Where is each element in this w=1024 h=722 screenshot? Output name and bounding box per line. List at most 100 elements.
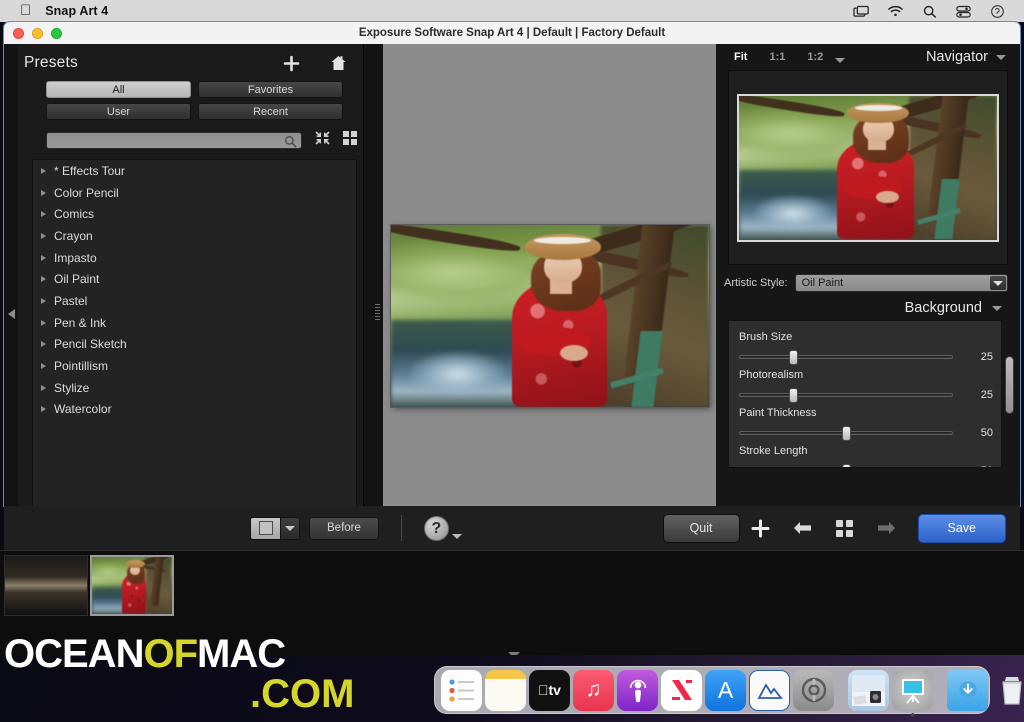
disclosure-triangle-icon[interactable] bbox=[41, 406, 46, 413]
before-button[interactable]: Before bbox=[309, 516, 379, 540]
preset-category-item[interactable]: Stylize bbox=[33, 377, 356, 399]
artistic-style-select[interactable]: Oil Paint bbox=[794, 274, 1008, 292]
downloads-folder-icon[interactable] bbox=[947, 669, 988, 711]
bottom-toolbar: Before ? Quit Save bbox=[4, 506, 1020, 550]
disclosure-triangle-icon[interactable] bbox=[41, 384, 46, 391]
preset-category-item[interactable]: Comics bbox=[33, 203, 356, 225]
grid-icon[interactable] bbox=[824, 519, 866, 537]
disclosure-triangle-icon[interactable] bbox=[41, 211, 46, 218]
search-icon[interactable] bbox=[921, 4, 938, 19]
preset-category-item[interactable]: Pencil Sketch bbox=[33, 334, 356, 356]
trash-icon[interactable] bbox=[991, 670, 1024, 711]
thumbnail-1[interactable] bbox=[4, 555, 88, 616]
disclosure-triangle-icon[interactable] bbox=[41, 189, 46, 196]
help-icon[interactable]: ? bbox=[423, 515, 449, 541]
collapse-all-icon[interactable] bbox=[315, 131, 330, 150]
preset-category-item[interactable]: Oil Paint bbox=[33, 268, 356, 290]
toolbar-left-group: Before ? bbox=[250, 515, 462, 541]
reminders-icon[interactable] bbox=[441, 669, 482, 711]
slider-track[interactable] bbox=[739, 350, 953, 365]
zoom-chevron-down-icon[interactable] bbox=[835, 57, 846, 63]
disclosure-triangle-icon[interactable] bbox=[41, 297, 46, 304]
parameters-panel[interactable]: Brush Size 25 Photorealism 25 Paint Thicknes… bbox=[728, 320, 1002, 468]
image-canvas[interactable]: Classy_Wallpapers_723__067.jpg bbox=[383, 44, 716, 506]
preset-category-item[interactable]: Pointillism bbox=[33, 355, 356, 377]
screen-mirroring-icon[interactable] bbox=[853, 4, 870, 19]
presets-panel: Presets All Favorites User Recent * Effe… bbox=[18, 44, 364, 506]
disclosure-triangle-icon[interactable] bbox=[41, 276, 46, 283]
slider-knob[interactable] bbox=[789, 388, 798, 403]
window-title: Exposure Software Snap Art 4 | Default |… bbox=[358, 27, 666, 39]
navigator-chevron-down-icon[interactable] bbox=[996, 54, 1006, 60]
search-input[interactable] bbox=[46, 132, 302, 149]
news-icon[interactable] bbox=[661, 669, 702, 711]
disclosure-triangle-icon[interactable] bbox=[41, 167, 46, 174]
add-preset-icon[interactable] bbox=[283, 55, 300, 72]
disclosure-triangle-icon[interactable] bbox=[41, 341, 46, 348]
filter-favorites[interactable]: Favorites bbox=[198, 81, 343, 98]
apple-menu-icon[interactable]:  bbox=[20, 3, 31, 18]
filter-recent[interactable]: Recent bbox=[198, 103, 343, 120]
zoom-1-1[interactable]: 1:1 bbox=[769, 51, 785, 63]
preset-category-item[interactable]: Pastel bbox=[33, 290, 356, 312]
filter-user[interactable]: User bbox=[46, 103, 191, 120]
zoom-fit[interactable]: Fit bbox=[734, 51, 747, 63]
wifi-icon[interactable] bbox=[887, 4, 904, 19]
thumbnail-2[interactable] bbox=[90, 555, 174, 616]
painted-portrait-illustration bbox=[391, 225, 709, 407]
help-chevron-down-icon[interactable] bbox=[451, 533, 462, 539]
apple-tv-icon[interactable]: tv bbox=[529, 669, 570, 711]
view-mode-chevron-down-icon[interactable] bbox=[280, 517, 299, 539]
preset-category-item[interactable]: Color Pencil bbox=[33, 182, 356, 204]
preset-category-item[interactable]: * Effects Tour bbox=[33, 160, 356, 182]
zoom-1-2[interactable]: 1:2 bbox=[807, 51, 823, 63]
slider-track[interactable] bbox=[739, 388, 953, 403]
slider-knob[interactable] bbox=[789, 350, 798, 365]
preset-category-item[interactable]: Watercolor bbox=[33, 399, 356, 421]
view-mode-button[interactable] bbox=[250, 516, 300, 540]
quit-button[interactable]: Quit bbox=[662, 513, 740, 543]
slider-knob[interactable] bbox=[842, 464, 851, 467]
parameters-scrollbar[interactable] bbox=[1005, 356, 1014, 414]
preset-category-label: Pencil Sketch bbox=[54, 337, 127, 352]
slider-track[interactable] bbox=[739, 426, 953, 441]
siri-icon[interactable] bbox=[989, 4, 1006, 19]
home-icon[interactable] bbox=[330, 55, 347, 71]
preset-category-item[interactable]: Crayon bbox=[33, 225, 356, 247]
disclosure-triangle-icon[interactable] bbox=[41, 319, 46, 326]
system-preferences-icon[interactable] bbox=[793, 669, 834, 711]
disclosure-triangle-icon[interactable] bbox=[41, 232, 46, 239]
control-center-icon[interactable] bbox=[955, 4, 972, 19]
disclosure-triangle-icon[interactable] bbox=[41, 363, 46, 370]
save-button[interactable]: Save bbox=[917, 513, 1006, 543]
podcasts-icon[interactable] bbox=[617, 669, 658, 711]
display-app-icon[interactable] bbox=[892, 669, 933, 717]
disclosure-triangle-icon[interactable] bbox=[41, 254, 46, 261]
grid-view-icon[interactable] bbox=[343, 131, 357, 150]
navigator-box[interactable] bbox=[728, 70, 1008, 265]
arrow-left-icon[interactable] bbox=[782, 520, 824, 536]
filter-all[interactable]: All bbox=[46, 81, 191, 98]
panel-resize-handle[interactable] bbox=[375, 302, 383, 332]
music-icon[interactable]: ♫ bbox=[573, 669, 614, 711]
section-chevron-down-icon[interactable] bbox=[992, 305, 1002, 311]
app-store-icon[interactable]: A bbox=[705, 669, 746, 711]
screen:  Snap Art 4 bbox=[0, 0, 1024, 722]
mountain-app-icon[interactable] bbox=[749, 669, 790, 711]
preset-category-label: Oil Paint bbox=[54, 272, 100, 287]
window-titlebar[interactable]: Exposure Software Snap Art 4 | Default |… bbox=[4, 22, 1020, 44]
chevron-down-icon[interactable] bbox=[990, 276, 1006, 290]
preview-image[interactable] bbox=[391, 225, 709, 407]
preset-category-item[interactable]: Pen & Ink bbox=[33, 312, 356, 334]
collapse-left-panel-icon[interactable] bbox=[8, 309, 15, 319]
menubar-app-name[interactable]: Snap Art 4 bbox=[45, 4, 108, 18]
preset-category-item[interactable]: Impasto bbox=[33, 247, 356, 269]
slider-knob[interactable] bbox=[842, 426, 851, 441]
navigator-thumbnail[interactable] bbox=[737, 93, 999, 242]
toolbar-divider bbox=[400, 515, 402, 541]
notes-icon[interactable] bbox=[485, 669, 526, 711]
add-image-button[interactable] bbox=[740, 519, 782, 538]
preset-category-list[interactable]: * Effects Tour Color Pencil Comics Crayon Im… bbox=[32, 159, 357, 506]
image-capture-icon[interactable] bbox=[848, 669, 889, 711]
arrow-right-icon[interactable] bbox=[866, 520, 908, 536]
